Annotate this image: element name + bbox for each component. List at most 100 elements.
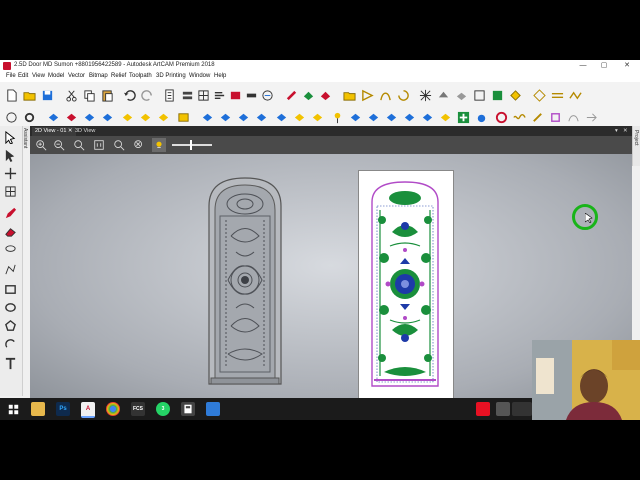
open-project-icon[interactable] <box>342 88 356 102</box>
red-relief-icon[interactable] <box>64 110 78 124</box>
blue-relief-11-icon[interactable] <box>384 110 398 124</box>
zoom-previous-icon[interactable] <box>112 138 126 152</box>
menu-help[interactable]: Help <box>214 73 226 79</box>
pencil-icon[interactable] <box>3 206 17 220</box>
transform-icon[interactable] <box>3 166 17 180</box>
menu-toolpath[interactable]: Toolpath <box>129 73 152 79</box>
curve-icon[interactable] <box>378 88 392 102</box>
layers-icon[interactable] <box>180 88 194 102</box>
square-vector-icon[interactable] <box>472 88 486 102</box>
node-editing-icon[interactable] <box>532 88 546 102</box>
relief-add-icon[interactable] <box>301 88 315 102</box>
gear-icon[interactable] <box>22 110 36 124</box>
blue-relief-7-icon[interactable] <box>254 110 268 124</box>
undo-icon[interactable] <box>122 88 136 102</box>
brush-icon[interactable] <box>530 110 544 124</box>
blue-relief-5-icon[interactable] <box>218 110 232 124</box>
blue-relief-2-icon[interactable] <box>82 110 96 124</box>
ellipse-icon[interactable] <box>3 300 17 314</box>
save-icon[interactable] <box>40 88 54 102</box>
redo-icon[interactable] <box>140 88 154 102</box>
grid-toggle-icon[interactable] <box>3 184 17 198</box>
arc-icon[interactable] <box>3 336 17 350</box>
yellow-relief-2-icon[interactable] <box>138 110 152 124</box>
yellow-relief-6-icon[interactable] <box>310 110 324 124</box>
relief-cut-icon[interactable] <box>284 88 298 102</box>
menu-model[interactable]: Model <box>48 73 64 79</box>
menu-3d-printing[interactable]: 3D Printing <box>156 73 186 79</box>
menu-file[interactable]: File <box>6 73 16 79</box>
blue-relief-3-icon[interactable] <box>100 110 114 124</box>
app-icon[interactable] <box>206 402 220 416</box>
zoom-window-icon[interactable] <box>72 138 86 152</box>
yellow-diamond-icon[interactable] <box>508 88 522 102</box>
yellow-relief-7-icon[interactable] <box>438 110 452 124</box>
star-icon[interactable] <box>418 88 432 102</box>
lasso-icon[interactable] <box>3 242 17 256</box>
wave-icon[interactable] <box>512 110 526 124</box>
zoom-in-icon[interactable] <box>34 138 48 152</box>
eraser-icon[interactable] <box>3 224 17 238</box>
artcam-taskbar-icon[interactable]: A <box>81 402 95 418</box>
blue-relief-8-icon[interactable] <box>274 110 288 124</box>
menu-view[interactable]: View <box>32 73 45 79</box>
yellow-relief-5-icon[interactable] <box>292 110 306 124</box>
menu-edit[interactable]: Edit <box>18 73 28 79</box>
paste-icon[interactable] <box>100 88 114 102</box>
extrude-icon[interactable] <box>454 88 468 102</box>
node-select-icon[interactable] <box>3 148 17 162</box>
blue-relief-9-icon[interactable] <box>348 110 362 124</box>
tab-3d-view[interactable]: 3D View <box>72 127 98 136</box>
magenta-square-icon[interactable] <box>548 110 562 124</box>
menu-relief[interactable]: Relief <box>111 73 126 79</box>
green-plus-icon[interactable] <box>456 110 470 124</box>
camera-icon[interactable] <box>496 402 510 416</box>
menu-vector[interactable]: Vector <box>68 73 85 79</box>
colored-vector-design[interactable] <box>370 180 440 388</box>
blue-relief-13-icon[interactable] <box>420 110 434 124</box>
zoom-all-icon[interactable] <box>132 138 146 152</box>
project-tab[interactable]: Project <box>632 126 640 166</box>
menu-bitmap[interactable]: Bitmap <box>89 73 108 79</box>
zigzag-icon[interactable] <box>568 88 582 102</box>
yellow-relief-3-icon[interactable] <box>156 110 170 124</box>
polyline-icon[interactable] <box>3 262 17 276</box>
view-close-icon[interactable]: ✕ <box>620 127 631 136</box>
yellow-relief-1-icon[interactable] <box>120 110 134 124</box>
whatsapp-icon[interactable]: 3 <box>156 402 170 416</box>
pattern-icon[interactable] <box>550 88 564 102</box>
document-icon[interactable] <box>162 88 176 102</box>
copy-icon[interactable] <box>82 88 96 102</box>
zoom-fit-icon[interactable] <box>4 110 18 124</box>
zoom-out-icon[interactable] <box>52 138 66 152</box>
blue-relief-12-icon[interactable] <box>402 110 416 124</box>
minimize-button[interactable]: — <box>576 61 590 71</box>
select-arrow-icon[interactable] <box>3 130 17 144</box>
relief-shape-icon[interactable] <box>436 88 450 102</box>
tab-2d-view[interactable]: 2D View - 01 ✕ <box>32 127 76 136</box>
yellow-relief-4-icon[interactable] <box>176 110 190 124</box>
new-file-icon[interactable] <box>4 88 18 102</box>
polygon-icon[interactable] <box>3 318 17 332</box>
record-icon[interactable] <box>476 402 490 416</box>
blue-relief-4-icon[interactable] <box>200 110 214 124</box>
green-relief-icon[interactable] <box>490 88 504 102</box>
photoshop-icon[interactable]: Ps <box>56 402 70 416</box>
snap-icon[interactable] <box>228 88 242 102</box>
close-button[interactable]: ✕ <box>620 61 634 71</box>
system-tray-icon[interactable] <box>512 402 532 416</box>
grid-icon[interactable] <box>196 88 210 102</box>
flower-icon[interactable] <box>494 110 508 124</box>
gray-curve-icon[interactable] <box>566 110 580 124</box>
open-folder-icon[interactable] <box>22 88 36 102</box>
blue-relief-10-icon[interactable] <box>366 110 380 124</box>
blue-relief-6-icon[interactable] <box>236 110 250 124</box>
menu-window[interactable]: Window <box>189 73 210 79</box>
view-slider-track[interactable] <box>172 144 212 146</box>
cut-icon[interactable] <box>64 88 78 102</box>
spiral-icon[interactable] <box>396 88 410 102</box>
assistant-tab[interactable]: Assistant <box>22 126 30 148</box>
measure-icon[interactable] <box>260 88 274 102</box>
align-icon[interactable] <box>212 88 226 102</box>
maximize-button[interactable]: ▢ <box>597 61 611 71</box>
